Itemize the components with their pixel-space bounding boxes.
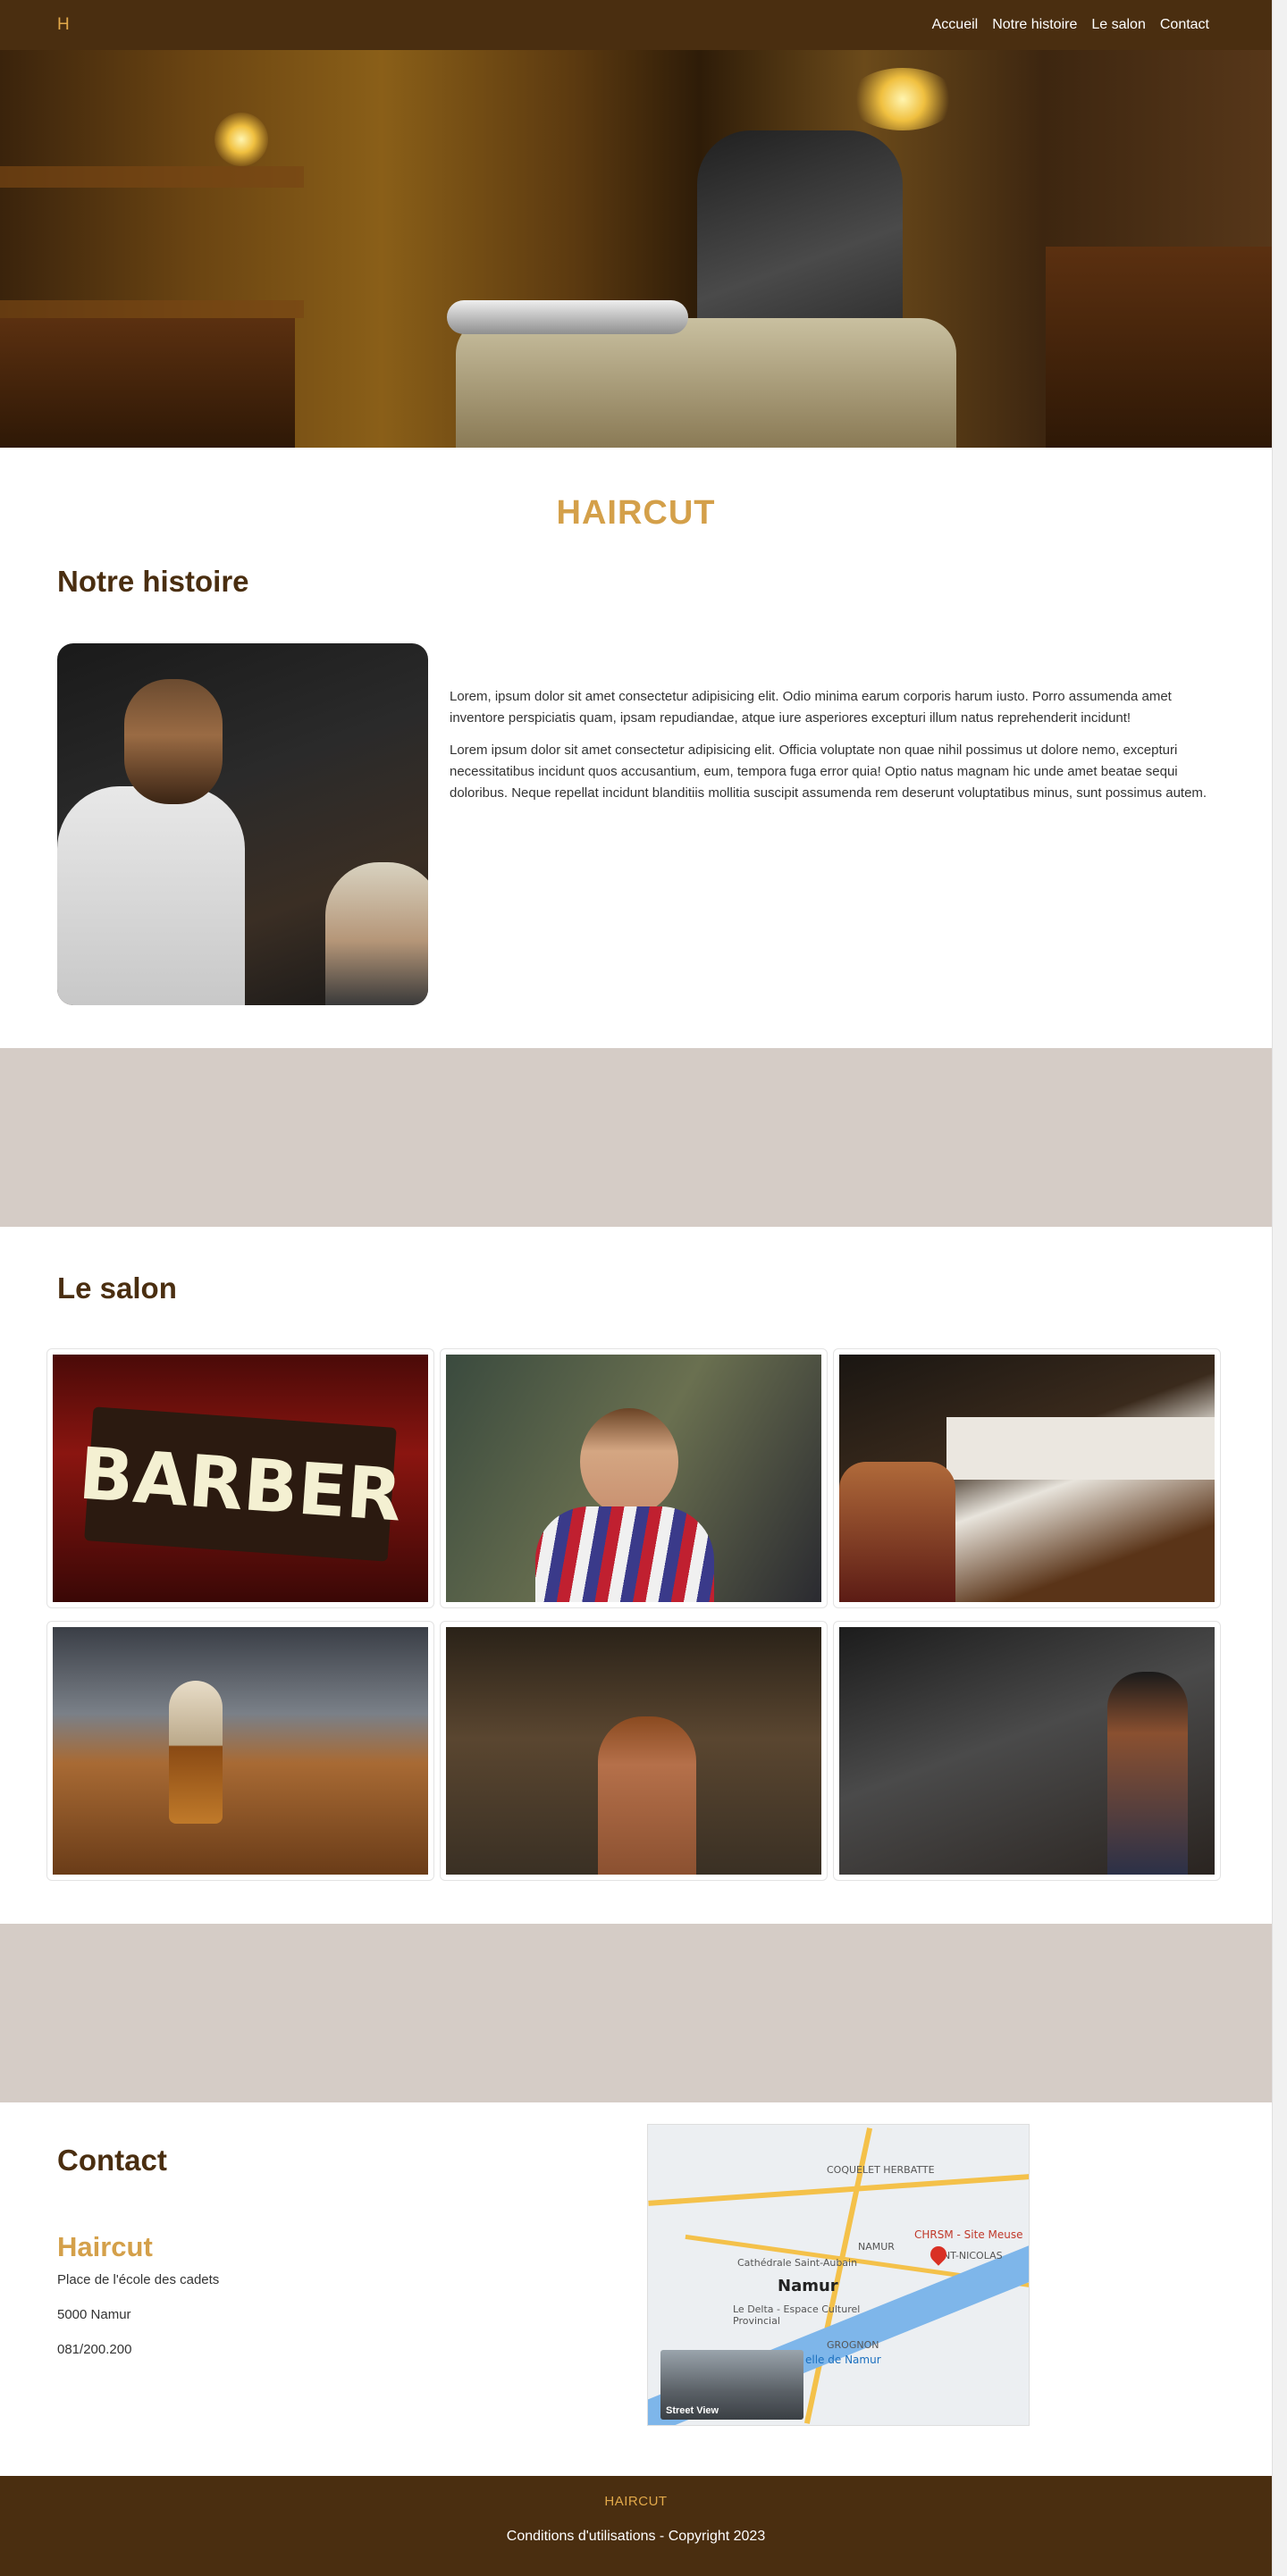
hero-image	[0, 50, 1272, 448]
gallery-item[interactable]	[46, 1621, 434, 1881]
map-poi-label: CHRSM - Site Meuse	[914, 2228, 1023, 2241]
hero-lamp	[214, 113, 268, 166]
barber-figure	[598, 1716, 696, 1875]
hero-cabinet	[0, 318, 295, 448]
contact-info: Contact Haircut Place de l'école des cad…	[57, 2144, 647, 2447]
history-paragraph: Lorem ipsum dolor sit amet consectetur a…	[450, 743, 1207, 801]
history-heading: Notre histoire	[57, 565, 249, 598]
barber-at-work-photo	[446, 1627, 821, 1875]
gallery-item[interactable]	[833, 1621, 1221, 1881]
map-label: NAMUR	[858, 2241, 895, 2253]
site-title: HAIRCUT	[556, 494, 716, 532]
separator-band	[0, 1924, 1272, 2102]
contact-section: Contact Haircut Place de l'école des cad…	[57, 2124, 1272, 2447]
history-paragraph: Lorem, ipsum dolor sit amet consectetur …	[450, 689, 1172, 726]
map-label: elle de Namur	[805, 2354, 881, 2366]
nav-link-accueil[interactable]: Accueil	[932, 17, 979, 33]
map-label: COQUELET HERBATTE	[827, 2164, 935, 2176]
gallery-item[interactable]	[440, 1348, 828, 1608]
client-head	[325, 862, 428, 1005]
contact-heading: Contact	[57, 2144, 167, 2177]
map-road	[648, 2174, 1029, 2206]
map-city-label: Namur	[778, 2277, 838, 2295]
map-pin-icon[interactable]	[927, 2243, 950, 2266]
map-label: Le Delta - Espace Culturel Provincial	[733, 2303, 861, 2327]
phone-number: 081/200.200	[57, 2342, 132, 2357]
barber-photo	[57, 643, 428, 1005]
barber-head	[124, 679, 223, 804]
street-view-label: Street View	[666, 2405, 719, 2416]
brand-logo[interactable]: H	[57, 15, 70, 35]
hero-chair-seat	[456, 318, 956, 448]
nav-menu: Accueil Notre histoire Le salon Contact	[932, 17, 1209, 33]
footer-copyright[interactable]: Conditions d'utilisations - Copyright 20…	[0, 2529, 1272, 2545]
footer-title[interactable]: HAIRCUT	[0, 2494, 1272, 2509]
hero-shelf	[0, 166, 304, 188]
google-map[interactable]: COQUELET HERBATTE NAMUR Cathédrale Saint…	[647, 2124, 1030, 2426]
map-label: Cathédrale Saint-Aubain	[737, 2257, 858, 2269]
page: H Accueil Notre histoire Le salon Contac…	[0, 0, 1272, 2576]
barber-station-photo	[839, 1355, 1215, 1602]
salon-heading: Le salon	[57, 1271, 177, 1305]
navbar: H Accueil Notre histoire Le salon Contac…	[0, 0, 1272, 50]
nav-link-le-salon[interactable]: Le salon	[1091, 17, 1146, 33]
nav-link-contact[interactable]: Contact	[1160, 17, 1209, 33]
barber-shirt	[57, 786, 245, 1005]
gallery-item[interactable]	[833, 1348, 1221, 1608]
barber-sign: BARBER	[76, 1406, 405, 1562]
marble-counter	[946, 1417, 1215, 1480]
child-haircut-photo	[446, 1355, 821, 1602]
salon-gallery: BARBER	[46, 1348, 1226, 1881]
shaving-brush-photo	[53, 1627, 428, 1875]
hero-cabinet	[1046, 247, 1272, 448]
hero-chair-arm	[447, 300, 688, 334]
footer: HAIRCUT Conditions d'utilisations - Copy…	[0, 2476, 1272, 2576]
shaving-brush	[169, 1681, 223, 1824]
gallery-item[interactable]	[440, 1621, 828, 1881]
nav-link-notre-histoire[interactable]: Notre histoire	[992, 17, 1077, 33]
gallery-item[interactable]: BARBER	[46, 1348, 434, 1608]
child-head	[580, 1408, 678, 1515]
street-view-thumbnail[interactable]: Street View	[660, 2350, 803, 2420]
salon-interior-photo	[839, 1627, 1215, 1875]
map-label: NT-NICOLAS	[943, 2250, 1003, 2261]
page-scrollbar[interactable]	[1272, 0, 1287, 2576]
separator-band	[0, 1048, 1272, 1227]
hero-shelf	[0, 300, 304, 318]
history-text: Lorem, ipsum dolor sit amet consectetur …	[450, 643, 1215, 1005]
business-name: Haircut	[57, 2231, 153, 2262]
address-line-2: 5000 Namur	[57, 2307, 131, 2322]
address-line-1: Place de l'école des cadets	[57, 2272, 220, 2287]
barber-sign-photo: BARBER	[53, 1355, 428, 1602]
history-section: Lorem, ipsum dolor sit amet consectetur …	[57, 643, 1215, 1005]
map-label: GROGNON	[827, 2339, 879, 2351]
leather-chair	[839, 1462, 955, 1602]
hero-lamp	[849, 68, 956, 130]
striped-cape	[535, 1506, 714, 1602]
barber-figure	[1107, 1672, 1188, 1875]
